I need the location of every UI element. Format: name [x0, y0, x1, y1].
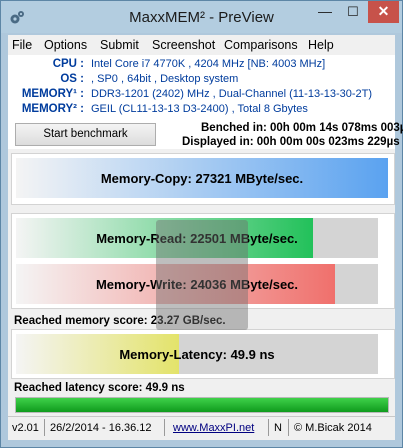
- maximize-button[interactable]: ☐: [340, 2, 366, 22]
- overall-progress-fill: [16, 398, 388, 412]
- datetime-text: 26/2/2014 - 16.36.12: [50, 422, 152, 434]
- cpu-value: Intel Core i7 4770K , 4204 MHz [NB: 4003…: [91, 58, 326, 70]
- watermark-logo: [156, 220, 248, 330]
- status-flag: N: [274, 422, 282, 434]
- client-area: File Options Submit Screenshot Compariso…: [8, 35, 403, 440]
- latency-panel: Memory-Latency: 49.9 ns: [11, 329, 395, 379]
- status-separator: [268, 419, 269, 436]
- menu-options[interactable]: Options: [44, 38, 87, 52]
- menu-submit[interactable]: Submit: [100, 38, 139, 52]
- copyright-text: © M.Bicak 2014: [294, 422, 372, 434]
- status-bar: v2.01 26/2/2014 - 16.36.12 www.MaxxPI.ne…: [8, 416, 395, 439]
- os-value: , SP0 , 64bit , Desktop system: [91, 73, 239, 85]
- memory2-value: GEIL (CL11-13-13 D3-2400) , Total 8 Gbyt…: [91, 103, 308, 115]
- status-separator: [44, 419, 45, 436]
- menu-file[interactable]: File: [12, 38, 32, 52]
- copy-bar-label: Memory-Copy: 27321 MByte/sec.: [100, 170, 304, 186]
- menu-help[interactable]: Help: [308, 38, 334, 52]
- memory1-value: DDR3-1201 (2402) MHz , Dual-Channel (11-…: [91, 88, 373, 100]
- copy-bar: Memory-Copy: 27321 MByte/sec.: [16, 158, 388, 198]
- menu-screenshot[interactable]: Screenshot: [152, 38, 215, 52]
- latency-bar: Memory-Latency: 49.9 ns: [16, 334, 378, 374]
- menu-comparisons[interactable]: Comparisons: [224, 38, 298, 52]
- latency-score: Reached latency score: 49.9 ns: [14, 382, 185, 394]
- os-label: OS :: [60, 73, 84, 85]
- status-separator: [288, 419, 289, 436]
- close-button[interactable]: ✕: [368, 1, 399, 23]
- website-link[interactable]: www.MaxxPI.net: [173, 422, 254, 434]
- copy-panel: Memory-Copy: 27321 MByte/sec.: [11, 153, 395, 205]
- cpu-label: CPU :: [52, 58, 84, 70]
- version-text: v2.01: [12, 422, 39, 434]
- latency-bar-label: Memory-Latency: 49.9 ns: [119, 346, 275, 362]
- displayed-time: Displayed in: 00h 00m 00s 023ms 229µs: [182, 136, 400, 148]
- memory2-label: MEMORY² :: [21, 103, 84, 115]
- menu-bar: File Options Submit Screenshot Compariso…: [8, 35, 395, 55]
- benched-time: Benched in: 00h 00m 14s 078ms 003µs: [201, 122, 403, 134]
- start-benchmark-button[interactable]: Start benchmark: [15, 123, 156, 146]
- title-bar[interactable]: MaxxMEM² - PreView — ☐ ✕: [1, 1, 402, 33]
- memory1-label: MEMORY¹ :: [21, 88, 84, 100]
- overall-progress-bar: [15, 397, 389, 413]
- app-window: MaxxMEM² - PreView — ☐ ✕ File Options Su…: [0, 0, 403, 448]
- minimize-button[interactable]: —: [312, 2, 338, 22]
- status-separator: [164, 419, 165, 436]
